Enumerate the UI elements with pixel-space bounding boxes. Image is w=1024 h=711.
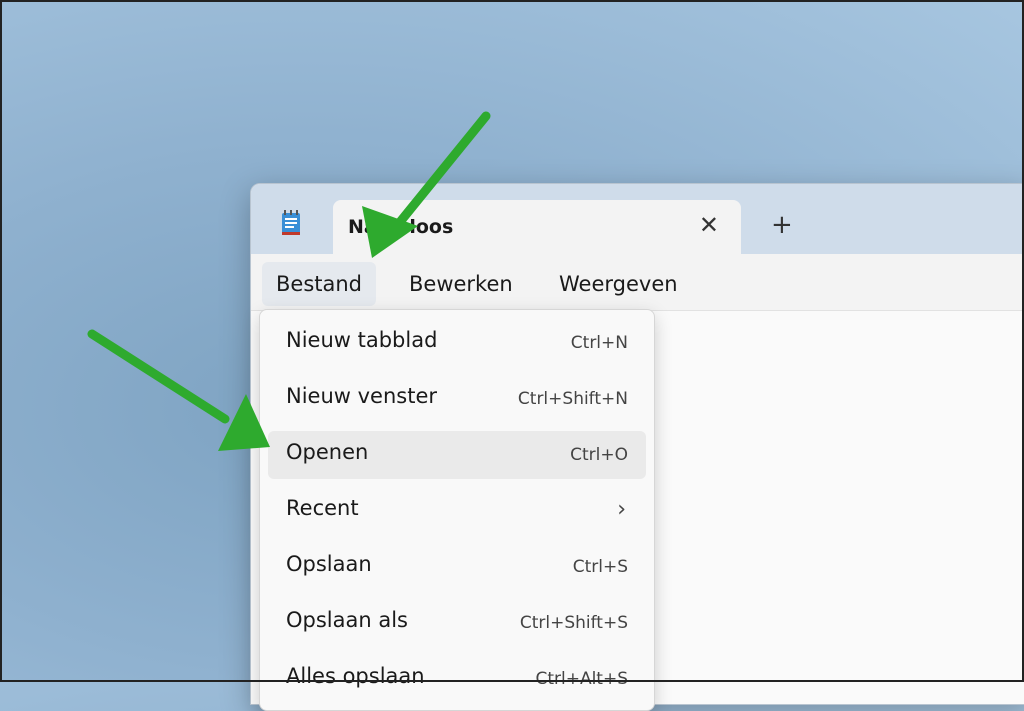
menu-item-new-tab[interactable]: Nieuw tabblad Ctrl+N [268,319,646,367]
menu-item-save[interactable]: Opslaan Ctrl+S [268,543,646,591]
tab-untitled[interactable]: Naamloos ✕ [333,200,741,254]
menu-item-label: Nieuw venster [286,384,438,408]
menu-item-new-window[interactable]: Nieuw venster Ctrl+Shift+N [268,375,646,423]
menu-item-label: Openen [286,440,369,464]
menu-item-save-as[interactable]: Opslaan als Ctrl+Shift+S [268,599,646,647]
notepad-icon [282,210,300,235]
menu-item-save-all[interactable]: Alles opslaan Ctrl+Alt+S [268,655,646,703]
menu-item-label: Recent [286,496,359,520]
menu-item-open[interactable]: Openen Ctrl+O [268,431,646,479]
menu-item-label: Opslaan [286,552,372,576]
tab-title: Naamloos [348,216,454,238]
menu-item-label: Nieuw tabblad [286,328,438,352]
chevron-right-icon: › [617,497,626,522]
menu-item-label: Alles opslaan [286,664,425,688]
add-tab-icon[interactable]: + [771,210,793,240]
file-menu-dropdown: Nieuw tabblad Ctrl+N Nieuw venster Ctrl+… [259,309,655,711]
menu-item-shortcut: Ctrl+Shift+S [519,613,628,633]
menu-item-shortcut: Ctrl+S [572,557,628,577]
menu-item-shortcut: Ctrl+Alt+S [535,669,628,689]
close-icon[interactable]: ✕ [699,211,719,239]
menu-weergeven[interactable]: Weergeven [545,262,692,306]
menu-item-shortcut: Ctrl+Shift+N [517,389,628,409]
menu-item-recent[interactable]: Recent › [268,487,646,535]
menu-item-label: Opslaan als [286,608,409,632]
menu-bewerken[interactable]: Bewerken [395,262,527,306]
menu-bar: Bestand Bewerken Weergeven [251,254,1024,311]
menu-bestand[interactable]: Bestand [262,262,377,306]
menu-item-shortcut: Ctrl+O [570,445,628,465]
menu-item-shortcut: Ctrl+N [570,333,628,353]
title-bar: Naamloos ✕ + [251,184,1024,254]
